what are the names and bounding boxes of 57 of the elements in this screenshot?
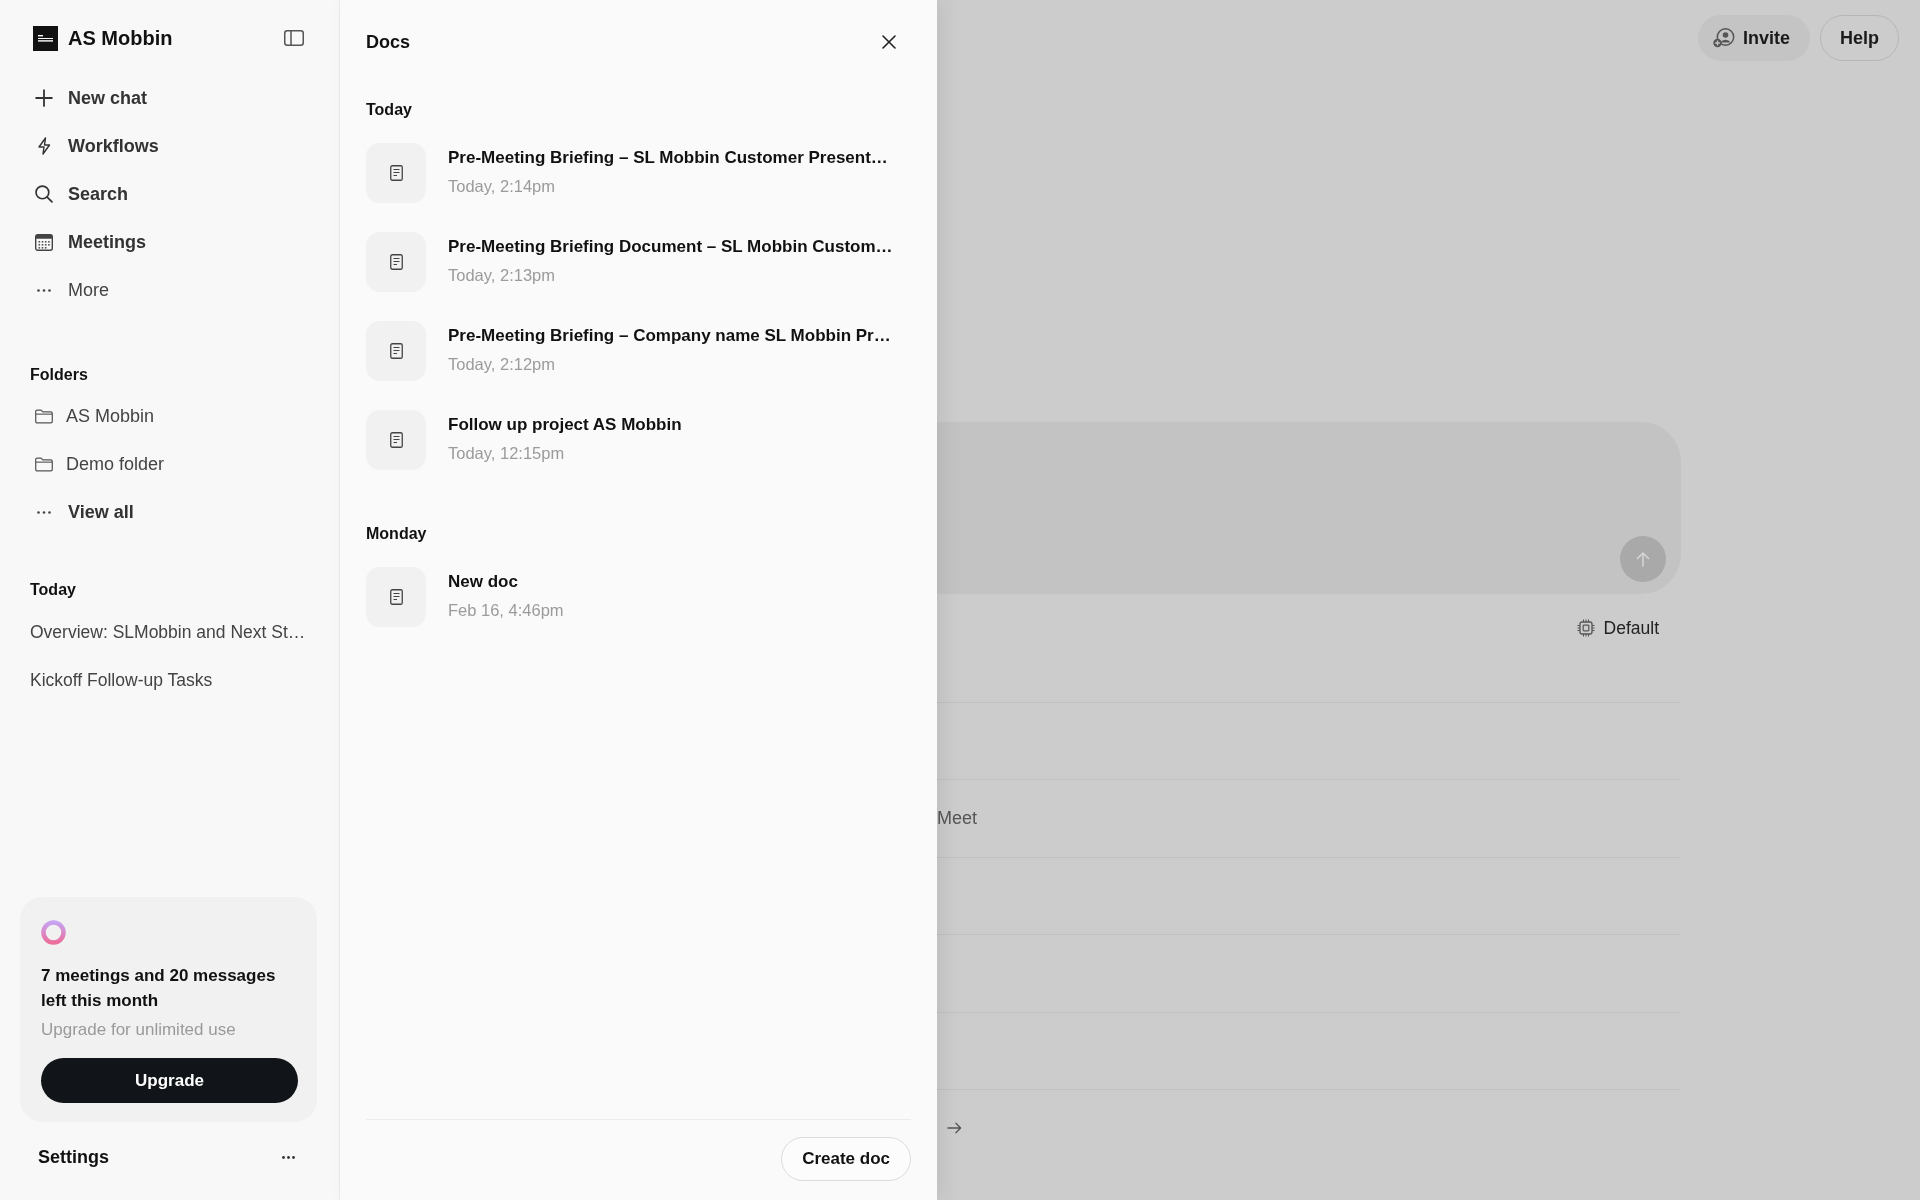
- document-time: Feb 16, 4:46pm: [448, 600, 564, 621]
- folder-item[interactable]: Demo folder: [0, 440, 165, 488]
- usage-hint: Upgrade for unlimited use: [41, 1019, 236, 1041]
- add-person-icon: [1712, 28, 1735, 48]
- document-icon: [366, 143, 426, 203]
- more-icon[interactable]: [282, 1155, 295, 1159]
- document-icon: [366, 232, 426, 292]
- document-icon: [366, 567, 426, 627]
- nav-item[interactable]: Search: [0, 170, 129, 218]
- ring-icon: [41, 920, 66, 945]
- document-time: Today, 12:15pm: [448, 443, 565, 464]
- document-title[interactable]: Pre-Meeting Briefing Document – SL Mobbin Custom…: [448, 236, 893, 258]
- folder-icon: [35, 456, 53, 472]
- create-doc-button[interactable]: Create doc: [781, 1137, 911, 1181]
- calendar-icon: [35, 233, 53, 251]
- document-icon: [366, 410, 426, 470]
- invite-button[interactable]: Invite: [1697, 15, 1810, 61]
- document-title[interactable]: Pre-Meeting Briefing – Company name SL Mobbin Pr…: [448, 325, 891, 347]
- document-time: Today, 2:12pm: [448, 354, 555, 375]
- group-heading: Today: [366, 100, 412, 120]
- upgrade-button[interactable]: Upgrade: [41, 1058, 298, 1103]
- view-all-link[interactable]: View all: [0, 488, 134, 536]
- folder-icon: [35, 408, 53, 424]
- list-row-text: Meet: [937, 808, 978, 830]
- model-selector[interactable]: Default: [1576, 616, 1659, 640]
- document-time: Today, 2:13pm: [448, 265, 555, 286]
- group-heading: Monday: [366, 524, 427, 544]
- sidebar-toggle-icon[interactable]: [284, 30, 304, 46]
- chip-icon: [1576, 619, 1595, 637]
- panel-title: Docs: [366, 31, 410, 53]
- plus-icon: [35, 89, 53, 107]
- arrow-right-icon[interactable]: [947, 1121, 962, 1134]
- close-icon[interactable]: [882, 35, 896, 49]
- section-heading: Folders: [29, 365, 88, 385]
- document-title[interactable]: Follow up project AS Mobbin: [448, 414, 682, 436]
- search-icon: [35, 185, 53, 203]
- ellipsis-icon: [35, 510, 53, 514]
- ellipsis-icon: [35, 288, 53, 292]
- nav-item[interactable]: New chat: [0, 74, 148, 122]
- section-heading: Today: [29, 580, 76, 600]
- settings-button[interactable]: Settings: [38, 1146, 109, 1168]
- chat-item[interactable]: Kickoff Follow-up Tasks: [0, 656, 213, 704]
- message-input-field[interactable]: [937, 422, 1681, 594]
- nav-item[interactable]: Meetings: [0, 218, 146, 266]
- workspace-name: AS Mobbin: [68, 26, 173, 50]
- document-icon: [366, 321, 426, 381]
- document-time: Today, 2:14pm: [448, 176, 555, 197]
- usage-message: 7 meetings and 20 messages left this month: [41, 965, 277, 1012]
- document-title[interactable]: Pre-Meeting Briefing – SL Mobbin Customer Present…: [448, 147, 888, 169]
- arrow-up-icon: [1636, 551, 1650, 567]
- nav-item[interactable]: Workflows: [0, 122, 159, 170]
- document-title[interactable]: New doc: [448, 571, 518, 593]
- lightning-icon: [35, 137, 53, 155]
- nav-item[interactable]: More: [0, 266, 109, 314]
- folder-item[interactable]: AS Mobbin: [0, 392, 155, 440]
- logo-icon: [33, 25, 58, 51]
- chat-item[interactable]: Overview: SLMobbin and Next St…: [0, 608, 306, 656]
